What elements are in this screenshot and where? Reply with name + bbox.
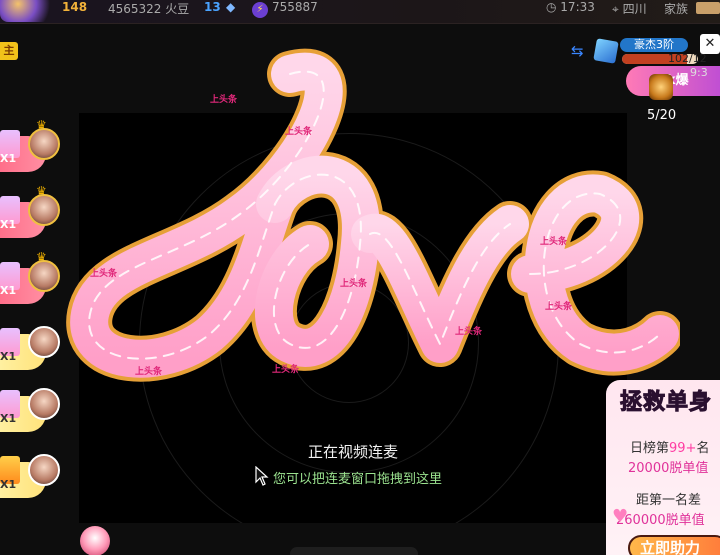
family-badge-icon[interactable] (696, 2, 720, 14)
rank-suffix: 名 (696, 441, 710, 456)
hero-rank-badge[interactable]: 豪杰3阶 (620, 38, 688, 52)
clock: ◷ 17:33 (546, 0, 595, 14)
rank-prefix: 日榜第 (630, 441, 670, 456)
side-number: 9:3 (690, 66, 708, 79)
top-status-bar: 148 4565322 火豆 13 ◆ ⚡ 755887 ◷ 17:33 ⌖ 四… (0, 0, 720, 24)
daily-rank-line: 日榜第99+名 (630, 437, 709, 456)
rank-count: X1 (0, 218, 17, 231)
gap-label: 距第一名差 (636, 493, 702, 508)
rank-count: X1 (0, 478, 17, 491)
heart-icon: ♥ (612, 506, 629, 527)
rank-count: X1 (0, 284, 17, 297)
location: ⌖ 四川 (612, 2, 647, 16)
sticker-label: 上头条 (285, 125, 313, 137)
user-level: 148 (62, 0, 88, 14)
diamond-icon: ◆ (226, 0, 236, 14)
swap-icon[interactable]: ⇆ (571, 42, 584, 60)
close-icon[interactable]: ✕ (700, 34, 720, 54)
task-counter: 5/20 (647, 108, 677, 123)
cursor-icon (255, 466, 269, 486)
love-gift-animation: 上头条 上头条 上头条 上头条 上头条 上头条 上头条 上头条 上头条 (66, 48, 680, 382)
rescue-single-panel[interactable]: 拯救单身 日榜第99+名 20000脱单值 距第一名差 260000脱单值 立即… (606, 380, 720, 555)
needed-value: 20000脱单值 (628, 461, 709, 476)
clock-time: 17:33 (560, 0, 595, 14)
hero-progress-text: 102/12 (668, 52, 707, 65)
rescue-title: 拯救单身 (619, 390, 713, 416)
sticker-label: 上头条 (210, 93, 238, 105)
avatar[interactable] (28, 454, 60, 486)
lantern-icon (649, 74, 673, 100)
sticker-label: 上头条 (135, 365, 163, 377)
location-name: 四川 (622, 2, 647, 16)
beans-count: 4565322 火豆 (108, 2, 190, 16)
sticker-label: 上头条 (540, 235, 568, 247)
rank-value: 99+ (669, 441, 697, 456)
score-count: 755887 (272, 0, 318, 14)
rank-count: X1 (0, 350, 17, 363)
sticker-label: 上头条 (545, 300, 573, 312)
rank-count: X1 (0, 412, 17, 425)
rank-item[interactable]: X1 (0, 454, 62, 498)
assist-now-button[interactable]: 立即助力 (628, 535, 720, 555)
app-logo-icon (0, 0, 60, 22)
sticker-label: 上头条 (455, 325, 483, 337)
gift-box-icon[interactable] (593, 38, 619, 64)
bottom-bar[interactable] (290, 547, 418, 555)
rank-count: X1 (0, 152, 17, 165)
family-link[interactable]: 家族 (664, 0, 688, 17)
host-tag: 主 (0, 42, 18, 60)
drag-hint-text: 您可以把连麦窗口拖拽到这里 (273, 472, 443, 487)
rank-item[interactable]: X1 (0, 388, 62, 432)
secondary-level: 13 (204, 0, 221, 14)
link-status-text: 正在视频连麦 (307, 443, 398, 461)
sticker-label: 上头条 (340, 277, 368, 289)
bolt-icon: ⚡ (252, 2, 268, 18)
sticker-label: 上头条 (90, 267, 118, 279)
gift-icon[interactable] (80, 526, 110, 555)
sticker-label: 上头条 (272, 363, 300, 375)
